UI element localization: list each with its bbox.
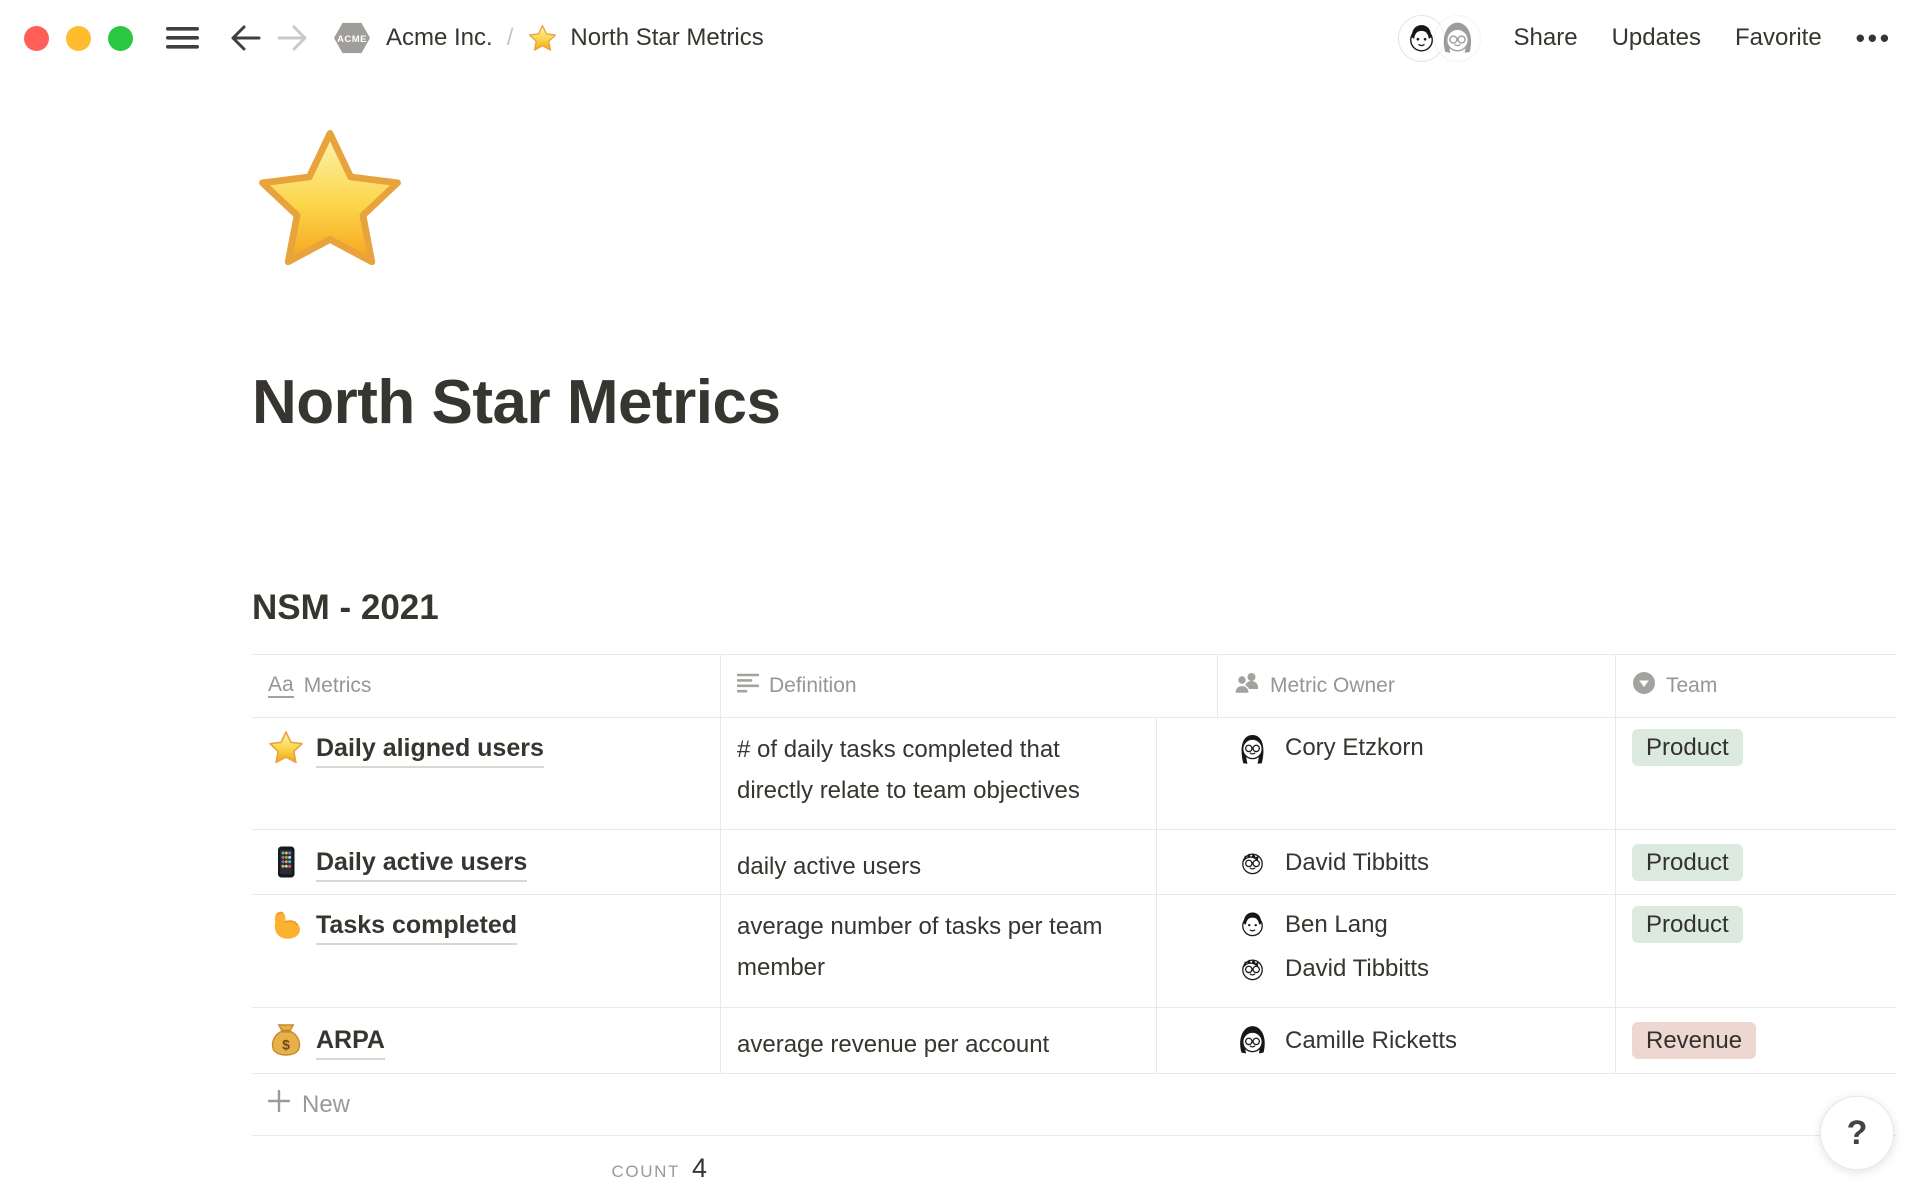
definition-cell[interactable]: average number of tasks per team member	[721, 895, 1157, 1007]
updates-button[interactable]: Updates	[1612, 24, 1701, 52]
metric-title-link[interactable]: Daily active users	[316, 844, 527, 882]
svg-text:ACME: ACME	[337, 34, 367, 45]
count-label: COUNT	[612, 1162, 680, 1182]
plus-icon	[268, 1090, 290, 1119]
table-row: Daily aligned users # of daily tasks com…	[252, 717, 1896, 829]
breadcrumb-workspace[interactable]: Acme Inc.	[386, 24, 493, 52]
team-tag[interactable]: Product	[1632, 844, 1743, 881]
svg-text:$: $	[282, 1037, 290, 1053]
new-row-button[interactable]: New	[252, 1073, 1896, 1136]
title-Aa-icon: Aa	[268, 674, 294, 698]
team-cell[interactable]: Product	[1616, 718, 1896, 829]
team-tag[interactable]: Revenue	[1632, 1022, 1756, 1059]
star-icon	[528, 24, 557, 53]
column-header-definition[interactable]: Definition	[721, 655, 1218, 717]
column-header-metric-owner[interactable]: Metric Owner	[1218, 655, 1616, 717]
avatar-man-dark-hair	[1234, 906, 1271, 943]
definition-cell[interactable]: # of daily tasks completed that directly…	[721, 718, 1157, 829]
owner-cell[interactable]: David Tibbitts	[1218, 830, 1616, 894]
metric-title-link[interactable]: ARPA	[316, 1022, 385, 1060]
star-icon	[268, 730, 304, 766]
table-row: Daily active users daily active users Da…	[252, 829, 1896, 894]
owner-cell[interactable]: Ben Lang David Tibbitts	[1218, 895, 1616, 1007]
table-header-row: Aa Metrics Definition	[252, 654, 1896, 717]
table-row: Tasks completed average number of tasks …	[252, 894, 1896, 1007]
section-heading[interactable]: NSM - 2021	[252, 588, 1896, 628]
team-tag[interactable]: Product	[1632, 729, 1743, 766]
owner-name: Cory Etzkorn	[1285, 734, 1424, 762]
breadcrumb-separator: /	[507, 24, 514, 52]
page-title[interactable]: North Star Metrics	[252, 367, 1896, 438]
avatar-spiky-hair-glasses	[1234, 844, 1271, 881]
money-bag-icon: $	[268, 1022, 304, 1058]
help-button[interactable]: ?	[1820, 1096, 1894, 1170]
owner-cell[interactable]: Camille Ricketts	[1218, 1008, 1616, 1073]
avatar-spiky-hair-glasses	[1234, 950, 1271, 987]
owner-name: Camille Ricketts	[1285, 1027, 1457, 1055]
metrics-table: Aa Metrics Definition	[252, 654, 1896, 1184]
column-header-team[interactable]: Team	[1616, 655, 1896, 717]
share-button[interactable]: Share	[1514, 24, 1578, 52]
avatar-woman-glasses[interactable]	[1435, 16, 1480, 61]
back-arrow-icon[interactable]	[229, 24, 261, 52]
metric-title-link[interactable]: Tasks completed	[316, 907, 517, 945]
favorite-button[interactable]: Favorite	[1735, 24, 1822, 52]
acme-logo-icon: ACME	[331, 20, 373, 56]
column-header-metrics[interactable]: Aa Metrics	[252, 655, 721, 717]
avatar-woman-glasses	[1234, 1022, 1271, 1059]
forward-arrow-icon[interactable]	[277, 24, 309, 52]
definition-cell[interactable]: average revenue per account	[721, 1008, 1157, 1073]
metric-title-link[interactable]: Daily aligned users	[316, 730, 544, 768]
breadcrumb-page[interactable]: North Star Metrics	[570, 24, 763, 52]
traffic-light-close[interactable]	[24, 26, 49, 51]
more-options-icon[interactable]: •••	[1856, 23, 1892, 54]
mobile-phone-icon	[268, 844, 304, 880]
traffic-light-zoom[interactable]	[108, 26, 133, 51]
owner-name: David Tibbitts	[1285, 955, 1429, 983]
count-aggregate[interactable]: COUNT 4	[252, 1136, 721, 1184]
select-tag-icon	[1632, 671, 1656, 701]
team-tag[interactable]: Product	[1632, 906, 1743, 943]
presence-avatar-stack[interactable]	[1399, 16, 1480, 61]
avatar-long-hair-glasses	[1234, 729, 1271, 766]
team-cell[interactable]: Revenue	[1616, 1008, 1896, 1073]
owner-name: David Tibbitts	[1285, 849, 1429, 877]
definition-cell[interactable]: daily active users	[721, 830, 1157, 894]
owner-cell[interactable]: Cory Etzkorn	[1218, 718, 1616, 829]
text-align-left-icon	[737, 673, 759, 699]
team-cell[interactable]: Product	[1616, 830, 1896, 894]
window-top-bar: ACME Acme Inc. / North Star Metrics Shar…	[0, 0, 1920, 76]
table-row: $ ARPA average revenue per account Camil…	[252, 1007, 1896, 1073]
flexed-biceps-icon	[268, 907, 304, 943]
count-value: 4	[692, 1153, 707, 1184]
people-icon	[1234, 671, 1260, 701]
page-icon-star[interactable]	[252, 125, 408, 277]
traffic-light-minimize[interactable]	[66, 26, 91, 51]
owner-name: Ben Lang	[1285, 911, 1388, 939]
team-cell[interactable]: Product	[1616, 895, 1896, 1007]
hamburger-menu-icon[interactable]	[166, 25, 199, 51]
